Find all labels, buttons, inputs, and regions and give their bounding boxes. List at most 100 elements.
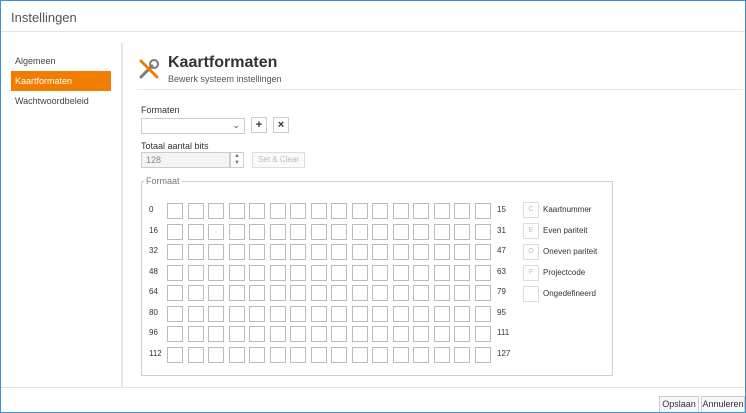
bit-cell[interactable] bbox=[269, 264, 286, 281]
bit-cell[interactable] bbox=[351, 223, 368, 240]
bit-cell[interactable] bbox=[290, 223, 306, 240]
bit-cell[interactable] bbox=[433, 346, 450, 363]
bit-cell[interactable] bbox=[351, 244, 368, 260]
bit-cell[interactable] bbox=[413, 264, 429, 281]
bit-cell[interactable] bbox=[433, 244, 450, 260]
bit-cell[interactable] bbox=[290, 244, 306, 260]
set-clear-button[interactable]: Set & Clear bbox=[252, 152, 305, 168]
bit-cell[interactable] bbox=[392, 326, 409, 342]
bit-cell[interactable] bbox=[351, 326, 368, 342]
bit-cell[interactable] bbox=[228, 346, 245, 363]
bit-cell[interactable] bbox=[392, 223, 409, 240]
bit-cell[interactable] bbox=[413, 244, 429, 260]
bit-cell[interactable] bbox=[454, 264, 470, 281]
bit-cell[interactable] bbox=[372, 305, 388, 322]
bit-cell[interactable] bbox=[187, 305, 204, 322]
bit-cell[interactable] bbox=[454, 285, 470, 301]
bit-cell[interactable] bbox=[413, 326, 429, 342]
bit-cell[interactable] bbox=[290, 264, 306, 281]
bit-cell[interactable] bbox=[228, 223, 245, 240]
bit-cell[interactable] bbox=[187, 223, 204, 240]
bit-cell[interactable] bbox=[413, 305, 429, 322]
bit-cell[interactable] bbox=[310, 264, 327, 281]
bit-cell[interactable] bbox=[433, 203, 450, 219]
bit-cell[interactable] bbox=[474, 305, 491, 322]
bit-cell[interactable] bbox=[208, 326, 224, 342]
bit-cell[interactable] bbox=[310, 305, 327, 322]
bit-cell[interactable] bbox=[351, 203, 368, 219]
bit-type-swatch[interactable]: E bbox=[523, 223, 539, 239]
bit-cell[interactable] bbox=[167, 244, 183, 260]
bit-cell[interactable] bbox=[228, 305, 245, 322]
bit-cell[interactable] bbox=[474, 346, 491, 363]
bit-cell[interactable] bbox=[392, 264, 409, 281]
bit-cell[interactable] bbox=[290, 346, 306, 363]
bit-cell[interactable] bbox=[290, 203, 306, 219]
bit-cell[interactable] bbox=[351, 346, 368, 363]
bit-cell[interactable] bbox=[187, 326, 204, 342]
bit-cell[interactable] bbox=[249, 223, 265, 240]
bit-cell[interactable] bbox=[187, 264, 204, 281]
bit-cell[interactable] bbox=[433, 326, 450, 342]
bit-cell[interactable] bbox=[228, 326, 245, 342]
bit-cell[interactable] bbox=[290, 285, 306, 301]
bit-cell[interactable] bbox=[372, 203, 388, 219]
bit-cell[interactable] bbox=[413, 223, 429, 240]
sidebar-item-kaartformaten[interactable]: Kaartformaten bbox=[11, 71, 111, 91]
bit-cell[interactable] bbox=[228, 285, 245, 301]
bit-cell[interactable] bbox=[249, 203, 265, 219]
delete-format-button[interactable]: × bbox=[273, 117, 289, 133]
bit-cell[interactable] bbox=[269, 285, 286, 301]
bit-cell[interactable] bbox=[228, 244, 245, 260]
bit-cell[interactable] bbox=[331, 305, 347, 322]
formaten-select[interactable]: ⌄ bbox=[141, 118, 245, 134]
bit-cell[interactable] bbox=[474, 203, 491, 219]
bit-cell[interactable] bbox=[372, 346, 388, 363]
bit-cell[interactable] bbox=[474, 285, 491, 301]
bit-cell[interactable] bbox=[208, 223, 224, 240]
bit-cell[interactable] bbox=[269, 326, 286, 342]
bit-cell[interactable] bbox=[187, 285, 204, 301]
bit-cell[interactable] bbox=[208, 305, 224, 322]
add-format-button[interactable]: + bbox=[251, 117, 267, 133]
bit-cell[interactable] bbox=[249, 346, 265, 363]
bit-cell[interactable] bbox=[208, 244, 224, 260]
bit-cell[interactable] bbox=[167, 203, 183, 219]
bit-cell[interactable] bbox=[310, 203, 327, 219]
bits-stepper[interactable]: ▲ ▼ bbox=[230, 152, 244, 168]
bit-cell[interactable] bbox=[372, 264, 388, 281]
bit-cell[interactable] bbox=[249, 244, 265, 260]
bit-cell[interactable] bbox=[187, 346, 204, 363]
bit-cell[interactable] bbox=[351, 305, 368, 322]
bit-cell[interactable] bbox=[269, 223, 286, 240]
bit-cell[interactable] bbox=[413, 203, 429, 219]
bit-cell[interactable] bbox=[331, 244, 347, 260]
bit-cell[interactable] bbox=[187, 203, 204, 219]
bit-cell[interactable] bbox=[433, 264, 450, 281]
bit-cell[interactable] bbox=[372, 244, 388, 260]
bit-cell[interactable] bbox=[351, 264, 368, 281]
bit-cell[interactable] bbox=[392, 244, 409, 260]
bit-cell[interactable] bbox=[249, 305, 265, 322]
sidebar-item-algemeen[interactable]: Algemeen bbox=[11, 51, 111, 71]
bit-cell[interactable] bbox=[310, 326, 327, 342]
bit-cell[interactable] bbox=[454, 326, 470, 342]
bit-cell[interactable] bbox=[167, 285, 183, 301]
bit-cell[interactable] bbox=[454, 305, 470, 322]
bit-cell[interactable] bbox=[249, 285, 265, 301]
bits-input[interactable]: 128 bbox=[141, 152, 230, 168]
bit-cell[interactable] bbox=[290, 326, 306, 342]
bit-cell[interactable] bbox=[392, 203, 409, 219]
bit-type-swatch[interactable]: C bbox=[523, 202, 539, 218]
bit-type-swatch[interactable] bbox=[523, 286, 539, 302]
bit-cell[interactable] bbox=[331, 326, 347, 342]
bit-cell[interactable] bbox=[187, 244, 204, 260]
bit-cell[interactable] bbox=[249, 326, 265, 342]
bit-cell[interactable] bbox=[413, 346, 429, 363]
bit-cell[interactable] bbox=[208, 203, 224, 219]
bit-cell[interactable] bbox=[208, 264, 224, 281]
bit-cell[interactable] bbox=[331, 264, 347, 281]
bit-cell[interactable] bbox=[454, 346, 470, 363]
save-button[interactable]: Opslaan bbox=[659, 396, 699, 412]
bit-cell[interactable] bbox=[208, 285, 224, 301]
